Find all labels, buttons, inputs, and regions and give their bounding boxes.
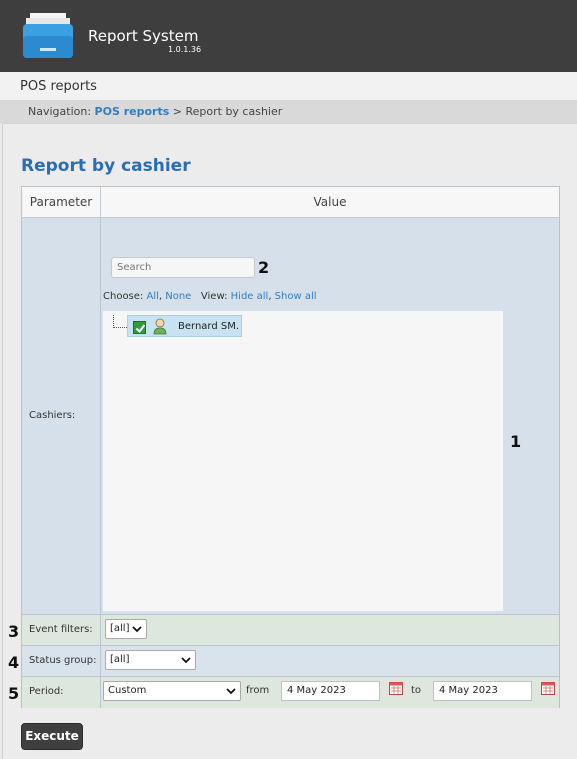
choose-label: Choose: [103,291,144,302]
folder-logo-icon [23,13,73,58]
person-icon [153,318,167,335]
calendar-icon[interactable] [389,681,403,695]
execute-button[interactable]: Execute [21,723,83,750]
choose-all-link[interactable]: All [146,291,158,302]
chevron-down-icon [132,626,142,633]
parameter-column-header: Parameter [22,187,101,218]
period-from-date-input[interactable]: 4 May 2023 [281,681,380,701]
breadcrumb-link-pos-reports[interactable]: POS reports [95,105,170,118]
event-filters-select[interactable]: [all] [105,619,147,639]
calendar-icon[interactable] [541,681,555,695]
callout-3: 3 [8,622,20,641]
chevron-down-icon [181,657,191,664]
callout-5: 5 [8,684,20,703]
view-label: View: [200,291,228,302]
page-title: Report by cashier [21,156,191,176]
period-label: Period: [29,686,64,697]
app-version: 1.0.1.36 [168,45,202,54]
status-group-label: Status group: [29,655,97,666]
view-hide-all-link[interactable]: Hide all [231,291,269,302]
section-title[interactable]: POS reports [20,79,97,94]
period-select[interactable]: Custom [103,681,241,701]
period-label-cell: Period: [22,677,101,708]
period-to-label: to [411,685,422,696]
breadcrumb-separator: > [172,105,182,118]
cashier-search-input[interactable] [111,257,255,278]
cashier-tree-item[interactable]: Bernard SM. [127,315,242,337]
tree-connector-branch [113,327,127,328]
cashiers-label-cell: Cashiers: [22,218,101,614]
cashier-tree: Bernard SM. [103,311,503,611]
checkbox-checked-icon[interactable] [133,321,146,334]
breadcrumb: Navigation: POS reports > Report by cash… [0,101,577,123]
breadcrumb-prefix: Navigation: [28,105,92,118]
event-filters-label-cell: Event filters: [22,615,101,645]
cashiers-label: Cashiers: [29,410,76,421]
event-filters-label: Event filters: [29,624,93,635]
view-show-all-link[interactable]: Show all [275,291,317,302]
event-filters-row: Event filters: [22,615,559,646]
choose-none-link[interactable]: None [165,291,191,302]
parameters-table: Parameter Value Cashiers: Event filters:… [21,186,560,708]
event-filters-value: [all] [110,623,130,634]
breadcrumb-current: Report by cashier [185,105,283,118]
status-group-label-cell: Status group: [22,646,101,676]
cashier-name: Bernard SM. [178,321,240,332]
chevron-down-icon [226,688,236,695]
period-value: Custom [108,685,147,696]
callout-4: 4 [8,653,20,672]
callout-1: 1 [510,432,522,451]
status-group-value: [all] [110,654,130,665]
callout-2: 2 [258,258,270,277]
choose-view-links: Choose: All, None View: Hide all, Show a… [103,291,317,302]
status-group-row: Status group: [22,646,559,677]
period-from-label: from [246,685,270,696]
app-title: Report System [88,27,199,45]
value-column-header: Value [101,187,559,218]
period-to-date-input[interactable]: 4 May 2023 [433,681,532,701]
app-header: Report System 1.0.1.36 [0,0,577,72]
status-group-select[interactable]: [all] [105,650,196,670]
section-bar: POS reports [0,72,577,101]
